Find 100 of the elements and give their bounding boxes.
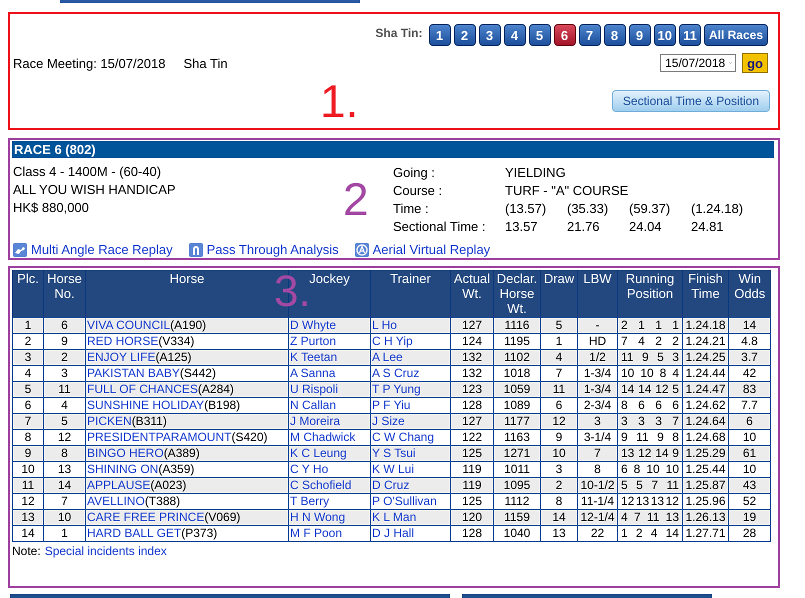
horse-code: (B311) (132, 414, 167, 428)
race-number-button[interactable]: 10 (654, 24, 676, 46)
race-number-button[interactable]: 1 (428, 24, 450, 46)
time-value: (35.33) (567, 200, 610, 218)
horse-link[interactable]: BINGO HERO (87, 446, 164, 460)
race-number-button[interactable]: 5 (528, 24, 550, 46)
actual-weight-cell: 125 (450, 446, 494, 462)
race-link[interactable]: Pass Through Analysis (188, 242, 339, 257)
race-class: Class 4 - 1400M - (60-40) (13, 164, 162, 180)
running-position-value: 11 (666, 478, 679, 493)
running-position-value: 5 (672, 382, 679, 397)
draw-cell: 14 (540, 510, 578, 526)
going-value: YIELDING (505, 164, 567, 182)
horse-code: (A389) (164, 446, 200, 460)
actual-weight-cell: 128 (450, 526, 494, 542)
horse-link[interactable]: HARD BALL GET (87, 526, 182, 540)
running-position-value: 4 (638, 334, 645, 349)
horse-link[interactable]: CARE FREE PRINCE (87, 510, 204, 524)
running-position-value: 10 (646, 462, 660, 477)
declared-weight-cell: 1059 (494, 382, 540, 398)
race-name: ALL YOU WISH HANDICAP (13, 182, 177, 198)
horse-link[interactable]: FULL OF CHANCES (87, 382, 198, 396)
horse-link[interactable]: PICKEN (87, 414, 132, 428)
placing-cell: 11 (12, 478, 44, 494)
draw-cell: 5 (540, 318, 578, 334)
race-number-button[interactable]: 4 (504, 24, 526, 46)
column-header: Trainer (370, 270, 450, 318)
annotation-label: 2 (343, 176, 369, 222)
actual-weight-cell: 132 (450, 350, 494, 366)
running-position-value: 12 (655, 382, 669, 397)
column-header: Declar. Horse Wt. (494, 270, 540, 318)
win-odds-cell: 19 (728, 510, 770, 526)
running-position-value: 3 (621, 414, 628, 429)
running-position-value: 14 (655, 446, 669, 461)
column-header: Actual Wt. (450, 270, 494, 318)
horse-link[interactable]: PAKISTAN BABY (87, 366, 180, 380)
running-position-value: 5 (621, 478, 628, 493)
race-number-button[interactable]: 6 (554, 24, 576, 46)
finish-time-cell: 1.24.18 (682, 318, 728, 334)
running-position-value: 14 (638, 382, 652, 397)
draw-cell: 11 (540, 382, 578, 398)
running-position-value: 12 (666, 494, 679, 509)
lbw-cell: 1-3/4 (578, 382, 618, 398)
actual-weight-cell: 127 (450, 414, 494, 430)
running-position-value: 2 (636, 526, 643, 541)
running-position-value: 10 (640, 366, 654, 381)
actual-weight-cell: 123 (450, 382, 494, 398)
race-link[interactable]: Multi Angle Race Replay (13, 242, 173, 257)
race-number-button[interactable]: 3 (478, 24, 500, 46)
placing-cell: 5 (12, 382, 44, 398)
finish-time-cell: 1.25.87 (682, 478, 728, 494)
special-incidents-link[interactable]: Special incidents index (44, 544, 167, 558)
running-position-value: 9 (621, 430, 628, 445)
go-button[interactable]: go (742, 53, 768, 73)
running-position-value: 5 (657, 350, 664, 365)
horse-link[interactable]: PRESIDENTPARAMOUNT (87, 430, 232, 444)
declared-weight-cell: 1271 (494, 446, 540, 462)
column-header: Horse No. (44, 270, 86, 318)
race-number-button[interactable]: 7 (578, 24, 600, 46)
all-races-button[interactable]: All Races (704, 24, 768, 46)
race-link[interactable]: Aerial Virtual Replay (354, 242, 490, 257)
race-number-button[interactable]: 8 (604, 24, 626, 46)
race-number-button[interactable]: 2 (454, 24, 476, 46)
running-position-value: 9 (672, 446, 679, 461)
horse-link[interactable]: AVELLINO (87, 494, 145, 508)
column-header: Running Position (618, 270, 682, 318)
lbw-cell: 3 (578, 414, 618, 430)
placing-cell: 9 (12, 446, 44, 462)
horse-link[interactable]: VIVA COUNCIL (87, 318, 170, 332)
going-label: Going : (393, 164, 436, 182)
running-position-value: 9 (657, 430, 664, 445)
lbw-cell: 12-1/4 (578, 510, 618, 526)
placing-cell: 1 (12, 318, 44, 334)
running-position-value: 2 (655, 334, 662, 349)
running-position-value: 3 (672, 350, 679, 365)
sectional-time-button[interactable]: Sectional Time & Position (612, 90, 770, 112)
horse-link[interactable]: SHINING ON (87, 462, 158, 476)
race-number-button[interactable]: 11 (678, 24, 701, 46)
horse-link[interactable]: RED HORSE (87, 334, 158, 348)
finish-time-cell: 1.27.71 (682, 526, 728, 542)
horse-link[interactable]: APPLAUSE (87, 478, 150, 492)
running-position-value: 11 (621, 350, 634, 365)
running-position-value: 7 (634, 510, 641, 525)
declared-weight-cell: 1102 (494, 350, 540, 366)
win-odds-cell: 14 (728, 318, 770, 334)
horse-link[interactable]: SUNSHINE HOLIDAY (87, 398, 204, 412)
running-position-value: 7 (672, 414, 679, 429)
declared-weight-cell: 1159 (494, 510, 540, 526)
running-position-value: 8 (672, 430, 679, 445)
running-position-value: 7 (651, 478, 658, 493)
lbw-cell: 10-1/2 (578, 478, 618, 494)
horse-code: (V069) (204, 510, 240, 524)
horse-code: (A359) (158, 462, 194, 476)
running-position-value: 8 (634, 462, 640, 477)
horse-code: (B198) (204, 398, 240, 412)
running-position-value: 1 (655, 318, 662, 333)
horse-link[interactable]: ENJOY LIFE (87, 350, 156, 364)
date-dropdown[interactable]: 15/07/2018 (660, 54, 736, 72)
race-number-button[interactable]: 9 (628, 24, 650, 46)
running-position-value: 14 (666, 526, 679, 541)
